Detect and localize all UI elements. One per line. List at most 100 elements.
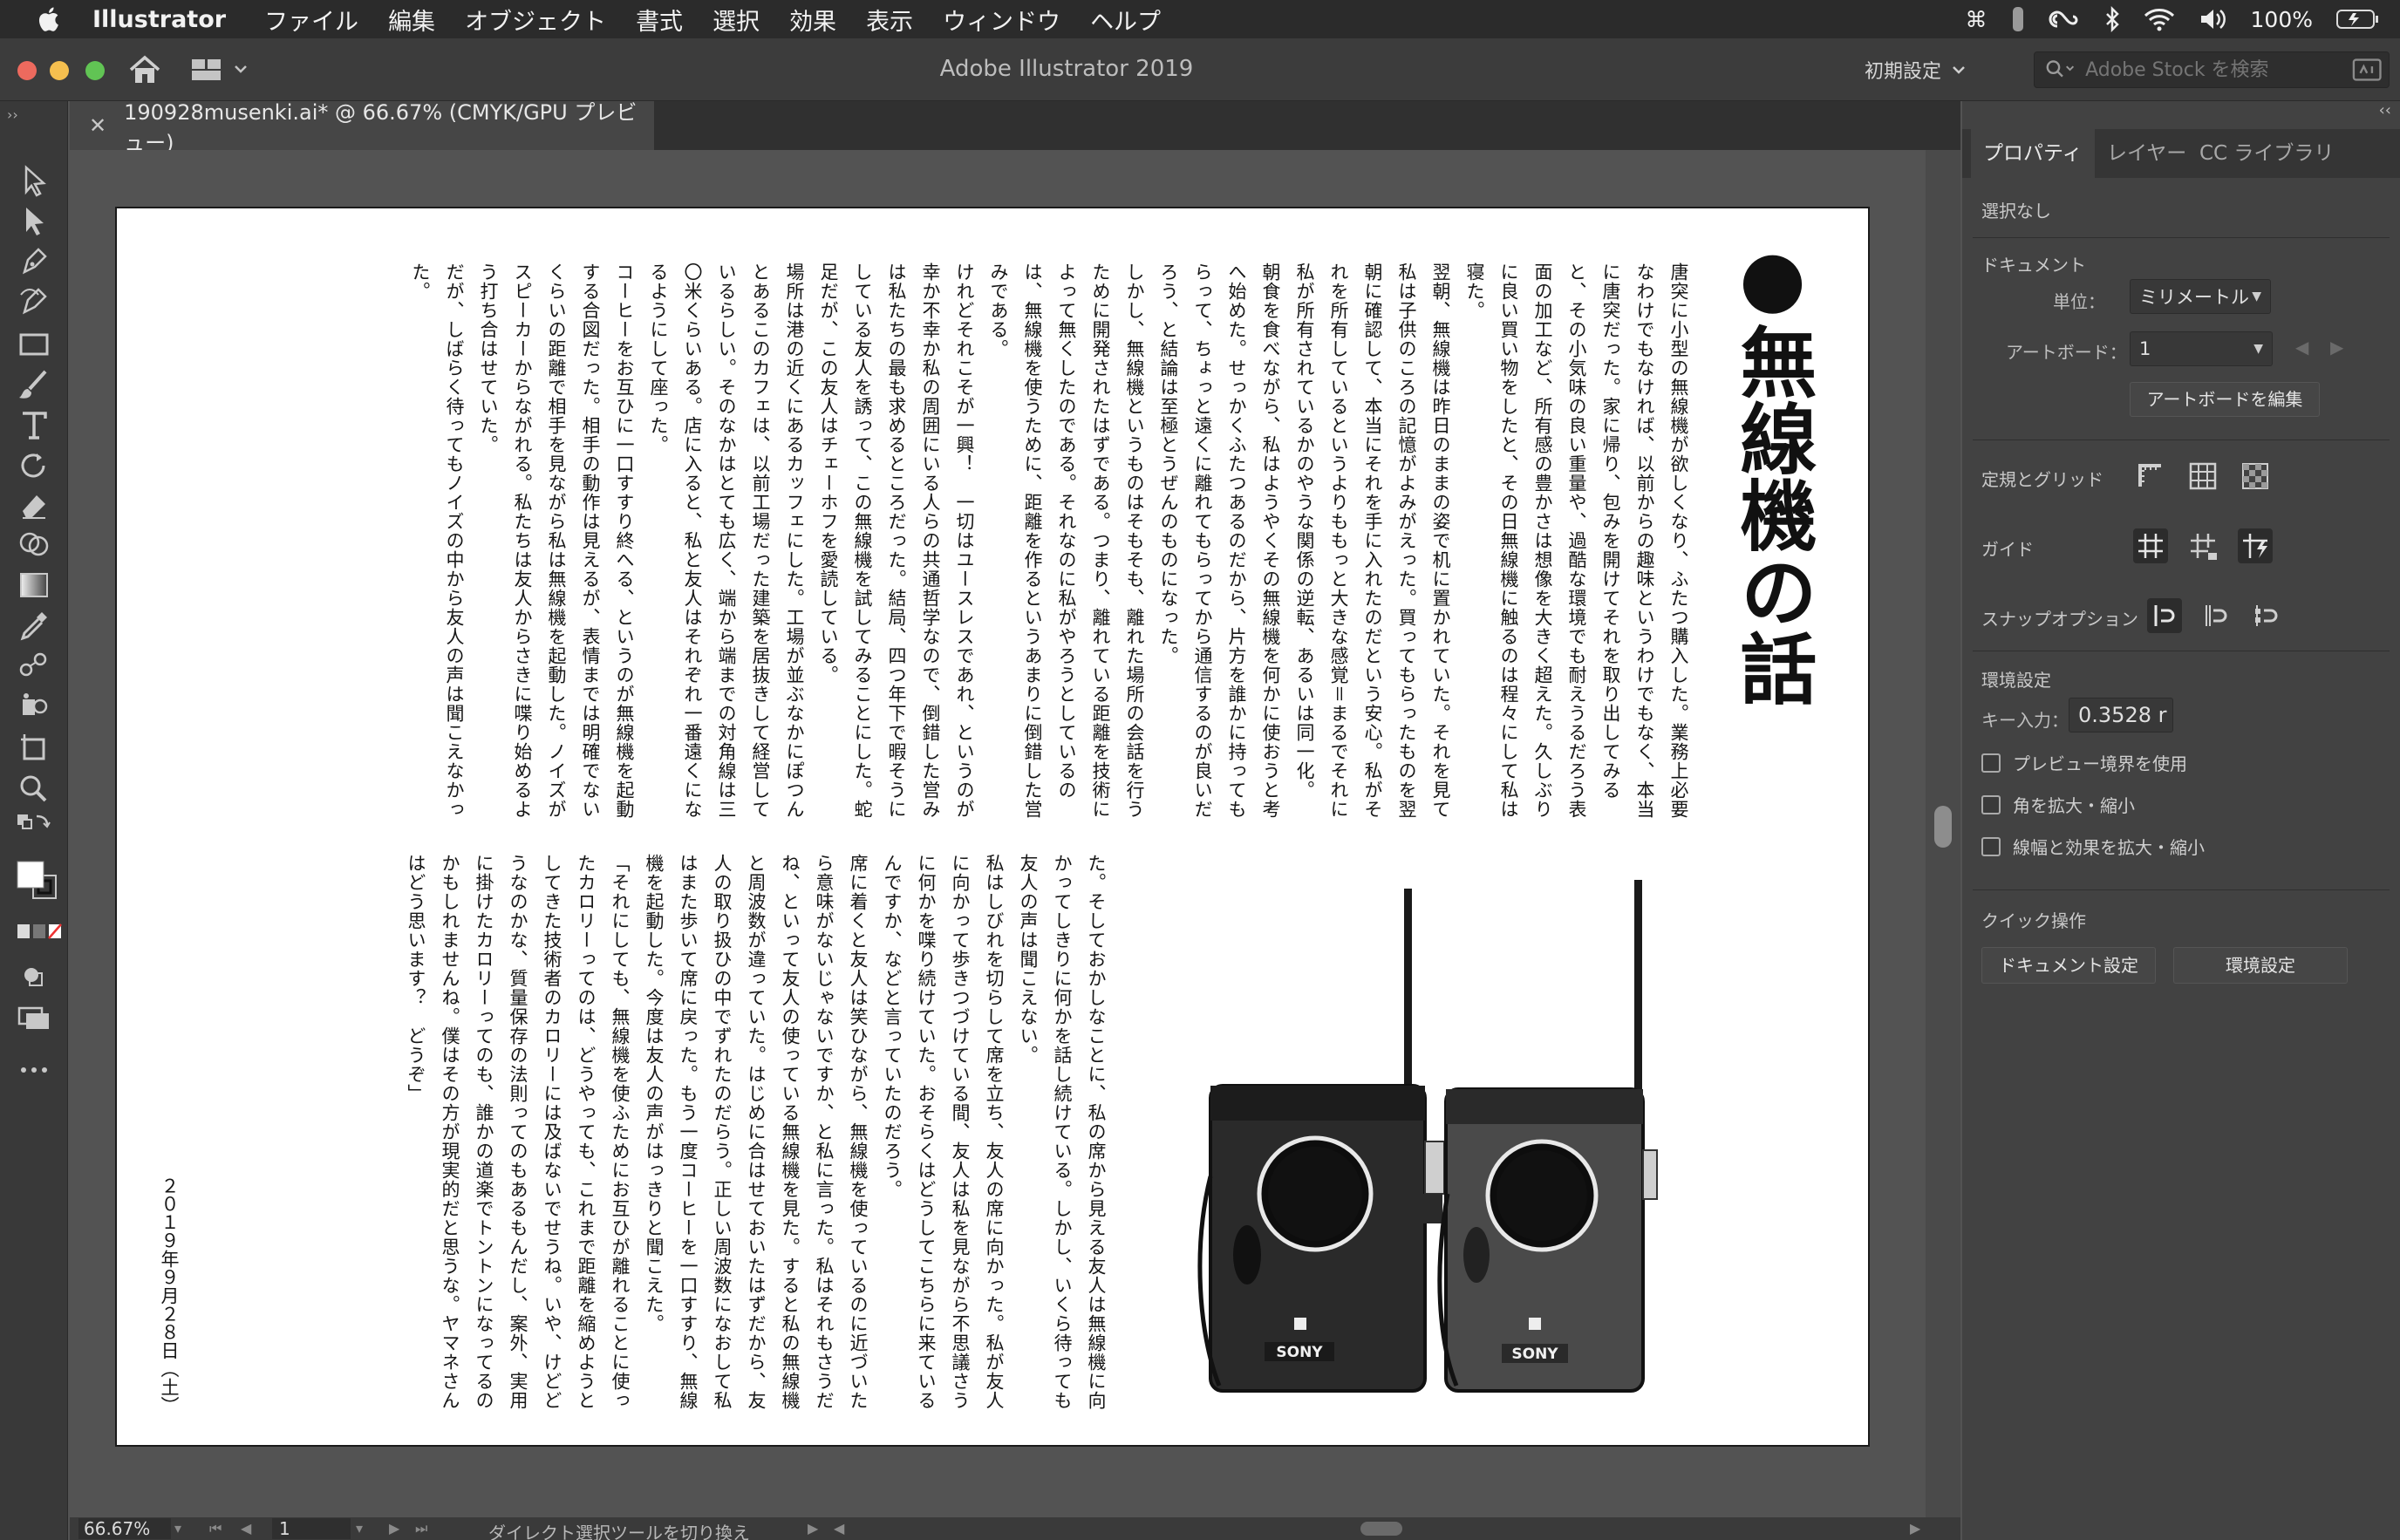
snap-to-point-icon[interactable] — [2147, 598, 2182, 633]
current-tool-status[interactable]: ダイレクト選択ツールを切り換え — [488, 1519, 750, 1540]
scroll-right-icon[interactable]: ▶ — [1910, 1520, 1920, 1537]
transparency-grid-icon[interactable] — [2238, 459, 2273, 494]
artboard-number-field[interactable]: 1 — [272, 1518, 351, 1539]
scale-strokes-effects-checkbox[interactable]: 線幅と効果を拡大・縮小 — [1981, 834, 2205, 859]
last-artboard-icon[interactable]: ⏭ — [415, 1520, 427, 1537]
panel-scrollbar[interactable] — [2390, 178, 2400, 1538]
checkbox-box[interactable] — [1981, 794, 2001, 814]
panel-collapse-icon[interactable]: ‹‹ — [2379, 101, 2391, 119]
checkbox-box[interactable] — [1981, 836, 2001, 856]
menu-object[interactable]: オブジェクト — [465, 3, 606, 37]
use-preview-bounds-checkbox[interactable]: プレビュー境界を使用 — [1981, 750, 2187, 775]
toolbar-collapse-icon[interactable]: ›› — [7, 106, 18, 123]
first-artboard-icon[interactable]: ⏮ — [209, 1520, 222, 1537]
apple-icon[interactable] — [35, 4, 65, 34]
zoom-level-field[interactable]: 66.67% — [78, 1518, 171, 1539]
snap-to-glyph-icon[interactable] — [2248, 598, 2283, 633]
text-block-top-2[interactable] — [166, 262, 1012, 821]
default-fill-stroke-icon[interactable] — [16, 811, 52, 848]
tab-cc-libraries[interactable]: CC ライブラリ — [2187, 129, 2346, 178]
smart-guides-icon[interactable] — [2238, 528, 2273, 563]
rulers-icon[interactable] — [2133, 459, 2168, 494]
lock-guides-icon[interactable] — [2185, 528, 2220, 563]
snap-to-pixel-icon[interactable] — [2198, 598, 2233, 633]
blend-tool-icon[interactable] — [16, 647, 52, 684]
direct-selection-tool-icon[interactable] — [16, 202, 52, 239]
selection-tool-icon[interactable] — [16, 162, 52, 199]
usb-drive-icon[interactable] — [2010, 6, 2026, 32]
battery-icon[interactable] — [2335, 8, 2379, 31]
artboard[interactable]: ●無線機の話 唐突に小型の無線機が欲しくなり、ふたつ購入した。業務上必要なわけで… — [115, 207, 1870, 1447]
bluetooth-icon[interactable] — [2104, 6, 2120, 32]
drawing-mode-icon[interactable] — [16, 959, 52, 996]
artboard-dropdown-icon[interactable]: ▾ — [356, 1520, 363, 1537]
status-menu-icon[interactable]: ▶ — [808, 1520, 818, 1537]
show-guides-icon[interactable] — [2133, 528, 2168, 563]
app-name-menu[interactable]: Illustrator — [92, 6, 226, 33]
menu-file[interactable]: ファイル — [264, 3, 358, 37]
document-setup-button[interactable]: ドキュメント設定 — [1981, 947, 2156, 984]
eraser-tool-icon[interactable] — [16, 487, 52, 523]
vertical-scrollbar[interactable] — [1926, 150, 1960, 1517]
document-tab-bar: ✕ 190928musenki.ai* @ 66.67% (CMYK/GPU プ… — [70, 100, 1960, 155]
command-icon[interactable]: ⌘ — [1966, 7, 1988, 32]
macos-menubar: Illustrator ファイル 編集 オブジェクト 書式 選択 効果 表示 ウ… — [0, 0, 2400, 38]
article-date[interactable]: ２０１９年９月２８日（土） — [152, 1176, 186, 1414]
stock-search-input[interactable] — [2085, 58, 2352, 81]
volume-icon[interactable] — [2199, 7, 2228, 31]
symbol-sprayer-tool-icon[interactable] — [16, 687, 52, 724]
tab-layers[interactable]: レイヤー — [2095, 129, 2199, 178]
grid-icon[interactable] — [2185, 459, 2220, 494]
rotate-tool-icon[interactable] — [16, 446, 52, 483]
gradient-tool-icon[interactable] — [16, 567, 52, 603]
document-tab[interactable]: ✕ 190928musenki.ai* @ 66.67% (CMYK/GPU プ… — [70, 100, 654, 155]
wifi-icon[interactable] — [2143, 7, 2176, 31]
shape-builder-tool-icon[interactable] — [16, 527, 52, 563]
paintbrush-tool-icon[interactable] — [16, 366, 52, 403]
key-increment-input[interactable]: 0.3528 r — [2069, 698, 2173, 733]
edit-artboards-button[interactable]: アートボードを編集 — [2130, 382, 2320, 417]
tab-properties[interactable]: プロパティ — [1971, 129, 2095, 178]
curvature-tool-icon[interactable] — [16, 283, 52, 319]
checkbox-box[interactable] — [1981, 753, 2001, 773]
rectangle-tool-icon[interactable] — [16, 326, 52, 363]
menu-help[interactable]: ヘルプ — [1090, 3, 1161, 37]
canvas-area[interactable]: ●無線機の話 唐突に小型の無線機が欲しくなり、ふたつ購入した。業務上必要なわけで… — [70, 150, 1960, 1517]
type-tool-icon[interactable] — [16, 406, 52, 443]
text-block-top-1[interactable]: 唐突に小型の無線機が欲しくなり、ふたつ購入した。業務上必要なわけでもなければ、以… — [410, 262, 1695, 821]
horizontal-scroll-thumb[interactable] — [1360, 1522, 1402, 1536]
more-tools-icon[interactable] — [16, 1052, 52, 1088]
close-icon[interactable]: ✕ — [89, 113, 106, 138]
menu-effect[interactable]: 効果 — [789, 3, 836, 37]
creative-cloud-icon[interactable] — [2049, 7, 2082, 31]
walkie-talkie-photo[interactable]: SONY SONY — [1184, 880, 1681, 1421]
menu-view[interactable]: 表示 — [866, 3, 913, 37]
fill-stroke-swatch[interactable] — [16, 858, 59, 910]
article-heading[interactable]: ●無線機の話 — [1728, 233, 1817, 706]
tools-panel: ›› — [0, 101, 68, 1540]
scrollbar-thumb[interactable] — [1934, 806, 1952, 848]
units-select[interactable]: ミリメートル ▼ — [2130, 279, 2271, 314]
adobe-stock-search[interactable] — [2034, 51, 2390, 88]
scroll-left-icon[interactable]: ◀ — [834, 1520, 844, 1537]
zoom-tool-icon[interactable] — [16, 771, 52, 807]
artboard-select[interactable]: 1 ▼ — [2130, 331, 2273, 366]
menu-type[interactable]: 書式 — [636, 3, 683, 37]
eyedropper-tool-icon[interactable] — [16, 607, 52, 644]
color-mode-icon[interactable] — [16, 921, 65, 944]
workspace-switcher[interactable]: 初期設定 — [1865, 52, 1997, 87]
prev-artboard-arrow-icon[interactable]: ◀ — [2295, 337, 2308, 358]
menu-edit[interactable]: 編集 — [388, 3, 435, 37]
menu-select[interactable]: 選択 — [712, 3, 760, 37]
scale-corners-checkbox[interactable]: 角を拡大・縮小 — [1981, 792, 2135, 817]
pen-tool-icon[interactable] — [16, 242, 52, 279]
text-block-bottom[interactable]: た。そしておかしなことに、私の席から見える友人は無線機に向かってしきりに何かを話… — [406, 854, 1113, 1412]
next-artboard-arrow-icon[interactable]: ▶ — [2330, 337, 2343, 358]
zoom-dropdown-icon[interactable]: ▾ — [174, 1520, 181, 1537]
artboard-tool-icon[interactable] — [16, 729, 52, 766]
screen-mode-icon[interactable] — [16, 999, 52, 1036]
menu-window[interactable]: ウィンドウ — [943, 3, 1060, 37]
next-artboard-icon[interactable]: ▶ — [389, 1520, 399, 1537]
prev-artboard-icon[interactable]: ◀ — [241, 1520, 251, 1537]
preferences-button[interactable]: 環境設定 — [2173, 947, 2348, 984]
